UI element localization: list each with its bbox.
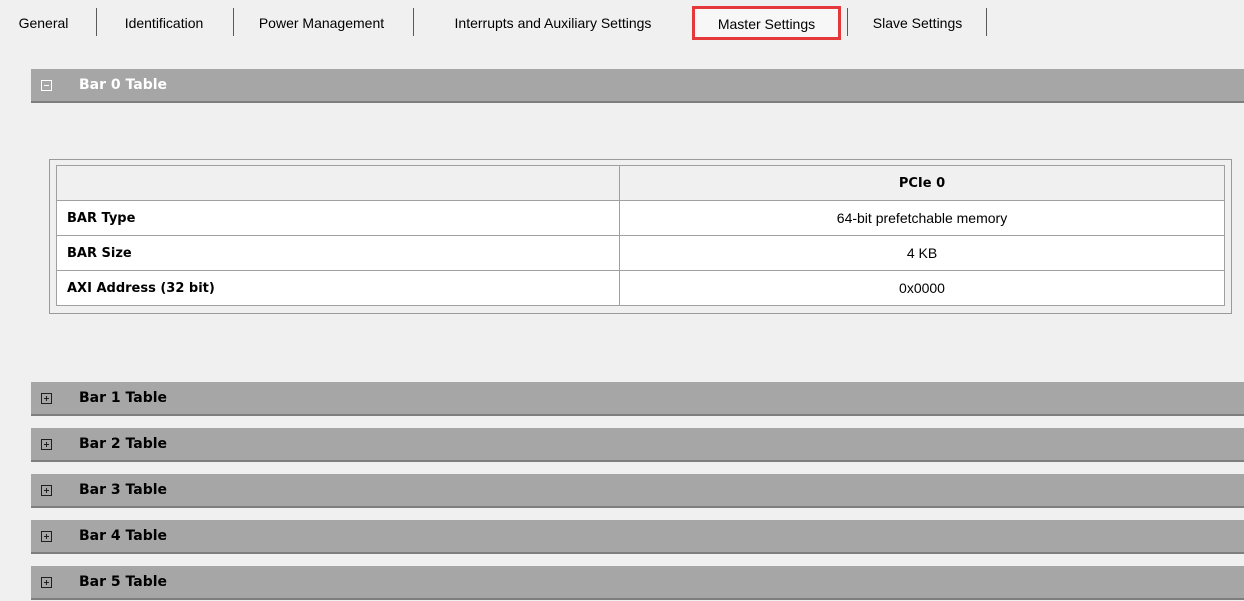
tab-bar: General Identification Power Management … — [0, 0, 1244, 42]
section-title: Bar 1 Table — [79, 390, 168, 406]
expand-icon[interactable] — [41, 439, 52, 450]
tab-interrupts-auxiliary[interactable]: Interrupts and Auxiliary Settings — [422, 8, 684, 38]
table-header-row: PCIe 0 — [56, 165, 1225, 201]
column-header-pcie0: PCIe 0 — [619, 165, 1225, 201]
section-header-bar4[interactable]: Bar 4 Table — [31, 520, 1244, 554]
bar-type-value[interactable]: 64-bit prefetchable memory — [619, 200, 1225, 236]
tab-separator — [413, 8, 414, 36]
tab-label: Identification — [124, 15, 204, 31]
section-header-bar0[interactable]: Bar 0 Table — [31, 69, 1244, 103]
section-title: Bar 5 Table — [79, 574, 168, 590]
bar0-table: PCIe 0 BAR Type 64-bit prefetchable memo… — [56, 165, 1225, 306]
tab-separator — [847, 8, 848, 36]
tab-label: Slave Settings — [872, 15, 963, 31]
tab-separator — [233, 8, 234, 36]
expand-icon[interactable] — [41, 577, 52, 588]
tab-label: Master Settings — [717, 16, 816, 32]
expand-icon[interactable] — [41, 531, 52, 542]
row-label: BAR Type — [56, 200, 620, 236]
tab-separator — [96, 8, 97, 36]
section-header-bar1[interactable]: Bar 1 Table — [31, 382, 1244, 416]
section-title: Bar 0 Table — [79, 77, 168, 93]
section-header-bar2[interactable]: Bar 2 Table — [31, 428, 1244, 462]
row-label: AXI Address (32 bit) — [56, 270, 620, 306]
tab-general[interactable]: General — [0, 8, 87, 38]
tab-label: General — [18, 15, 69, 31]
tab-master-settings[interactable]: Master Settings — [692, 6, 841, 40]
bar-size-value[interactable]: 4 KB — [619, 235, 1225, 271]
row-label: BAR Size — [56, 235, 620, 271]
axi-address-value[interactable]: 0x0000 — [619, 270, 1225, 306]
section-header-bar5[interactable]: Bar 5 Table — [31, 566, 1244, 600]
tab-label: Interrupts and Auxiliary Settings — [454, 15, 652, 31]
table-row: BAR Type 64-bit prefetchable memory — [56, 200, 1225, 236]
section-title: Bar 3 Table — [79, 482, 168, 498]
collapse-icon[interactable] — [41, 80, 52, 91]
tab-identification[interactable]: Identification — [106, 8, 222, 38]
bar0-table-group: PCIe 0 BAR Type 64-bit prefetchable memo… — [49, 159, 1232, 314]
table-row: BAR Size 4 KB — [56, 235, 1225, 271]
section-header-bar3[interactable]: Bar 3 Table — [31, 474, 1244, 508]
tab-power-management[interactable]: Power Management — [240, 8, 403, 38]
tab-separator — [986, 8, 987, 36]
table-corner-cell — [56, 165, 620, 201]
tab-slave-settings[interactable]: Slave Settings — [855, 8, 980, 38]
expand-icon[interactable] — [41, 485, 52, 496]
expand-icon[interactable] — [41, 393, 52, 404]
section-title: Bar 4 Table — [79, 528, 168, 544]
section-title: Bar 2 Table — [79, 436, 168, 452]
master-settings-panel: Bar 0 Table PCIe 0 BAR Type 64-bit prefe… — [0, 42, 1244, 601]
tab-label: Power Management — [258, 15, 385, 31]
table-row: AXI Address (32 bit) 0x0000 — [56, 270, 1225, 306]
